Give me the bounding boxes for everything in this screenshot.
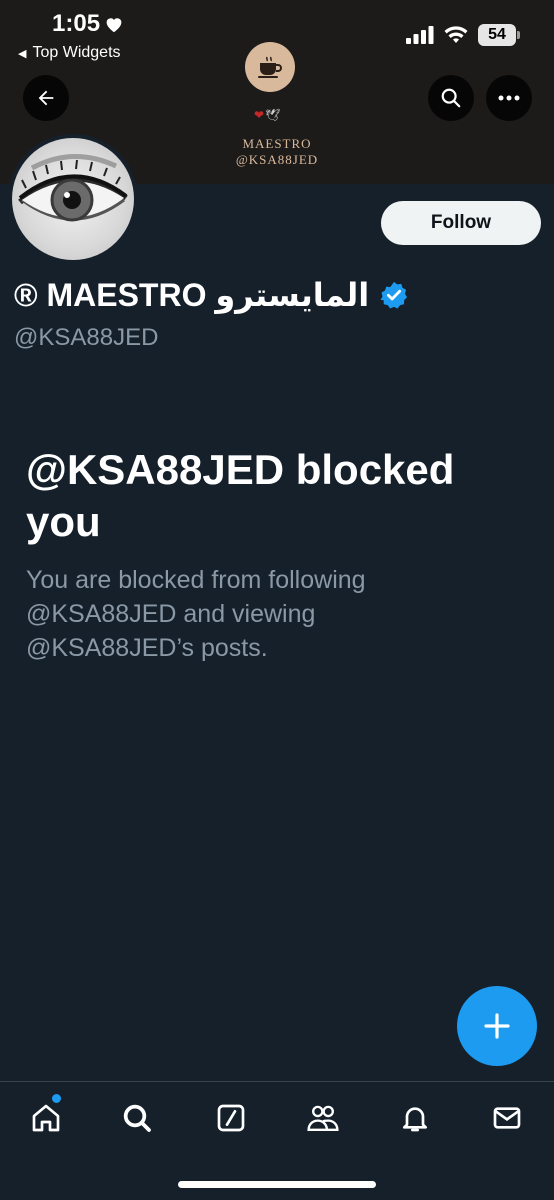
search-icon <box>123 1104 151 1132</box>
more-horizontal-icon <box>498 95 520 101</box>
home-icon <box>32 1104 60 1132</box>
blocked-description: You are blocked from following @KSA88JED… <box>26 566 366 662</box>
eye-photo <box>12 138 134 260</box>
more-options-button[interactable] <box>486 75 532 121</box>
follow-button[interactable]: Follow <box>381 201 541 245</box>
search-icon <box>441 88 461 108</box>
dove-emoji-icon: 🕊 <box>265 108 282 122</box>
tab-explore[interactable] <box>117 1098 157 1138</box>
tab-grok[interactable] <box>211 1098 251 1138</box>
plus-icon <box>484 1013 510 1039</box>
profile-handle: @KSA88JED <box>14 324 159 351</box>
tab-notifications[interactable] <box>395 1098 435 1138</box>
banner-emoji: ❤🕊 <box>254 108 281 122</box>
home-indicator[interactable] <box>178 1181 376 1188</box>
tab-communities[interactable] <box>303 1098 343 1138</box>
back-triangle-icon: ◀ <box>18 47 27 60</box>
messages-icon <box>493 1107 521 1129</box>
back-to-app-link[interactable]: ◀ Top Widgets <box>18 44 121 62</box>
tab-messages[interactable] <box>487 1098 527 1138</box>
communities-icon <box>307 1105 339 1131</box>
coffee-cup-icon <box>258 56 282 78</box>
heart-emoji-icon: ❤ <box>254 108 266 122</box>
eye-image-icon <box>18 154 128 222</box>
search-button[interactable] <box>428 75 474 121</box>
battery-indicator: 54 <box>478 24 520 46</box>
wifi-icon <box>444 26 468 43</box>
back-button[interactable] <box>23 75 69 121</box>
arrow-left-icon <box>38 90 54 106</box>
banner-logo <box>245 42 295 92</box>
profile-avatar[interactable] <box>8 134 138 264</box>
grok-icon <box>217 1104 245 1132</box>
tab-home[interactable] <box>26 1098 66 1138</box>
home-notification-dot <box>52 1094 61 1103</box>
blocked-heading: @KSA88JED blocked you <box>26 446 455 545</box>
compose-post-button[interactable] <box>457 986 537 1066</box>
cellular-signal-icon <box>406 26 434 44</box>
profile-display-name: ® MAESTRO المايسترو <box>14 276 409 314</box>
notifications-icon <box>403 1107 427 1132</box>
status-indicators: 54 <box>406 24 520 46</box>
verified-badge-icon <box>380 281 408 309</box>
status-time: 1:05 <box>52 10 124 38</box>
heart-icon <box>106 18 122 33</box>
